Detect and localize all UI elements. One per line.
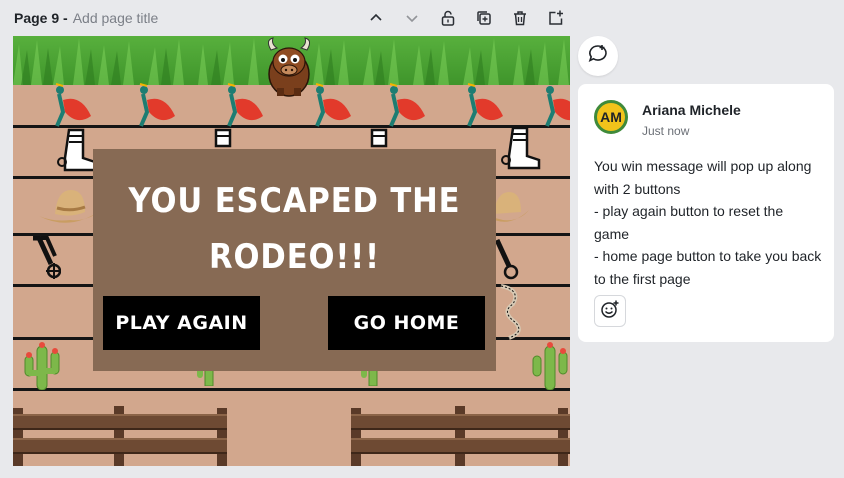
comment-line: - play again button to reset the game [594,203,784,242]
comment-line: You win message will pop up along with 2… [594,158,812,197]
matador-icon [223,82,267,133]
emoji-plus-icon [600,299,620,324]
fence-board [351,438,570,454]
comment-author: Ariana Michele [642,102,741,118]
comment-card: AM Ariana Michele Just now You win messa… [578,84,834,342]
boot-icon [501,126,551,177]
comment-body: You win message will pop up along with 2… [594,155,822,290]
add-comment-button[interactable] [578,36,618,76]
matador-icon [311,82,355,133]
lock-icon[interactable] [436,6,460,30]
cactus-icon [19,340,65,395]
spur-icon [27,235,62,285]
bull-icon[interactable] [263,36,315,103]
chevron-up-icon[interactable] [364,6,388,30]
matador-icon [135,82,179,133]
rail [13,388,570,391]
play-again-button[interactable]: PLAY AGAIN [103,296,260,350]
design-canvas[interactable]: YOU ESCAPED THE RODEO!!! PLAY AGAIN GO H… [13,36,570,466]
comment-timestamp: Just now [642,124,690,138]
chevron-down-icon[interactable] [400,6,424,30]
boot-icon [57,128,97,179]
win-message: YOU ESCAPED THE RODEO!!! [128,181,461,277]
duplicate-icon[interactable] [472,6,496,30]
go-home-button[interactable]: GO HOME [328,296,485,350]
add-page-icon[interactable] [544,6,568,30]
avatar[interactable]: AM [594,100,628,134]
comment-plus-icon [587,43,609,70]
page-header: Page 9 - Add page title [14,8,158,28]
add-reaction-button[interactable] [594,295,626,327]
trash-icon[interactable] [508,6,532,30]
fence-board [351,414,570,430]
cactus-icon [527,340,570,395]
page-toolbar [364,6,580,30]
matador-icon [385,82,429,133]
win-popup: YOU ESCAPED THE RODEO!!! PLAY AGAIN GO H… [93,149,496,371]
matador-icon [51,82,95,133]
fence-board [13,414,227,430]
page-number: Page 9 - [14,10,68,26]
fence-board [13,438,227,454]
comment-line: - home page button to take you back to t… [594,248,822,287]
lasso-icon [491,282,531,347]
page-title-input[interactable]: Add page title [73,10,159,26]
